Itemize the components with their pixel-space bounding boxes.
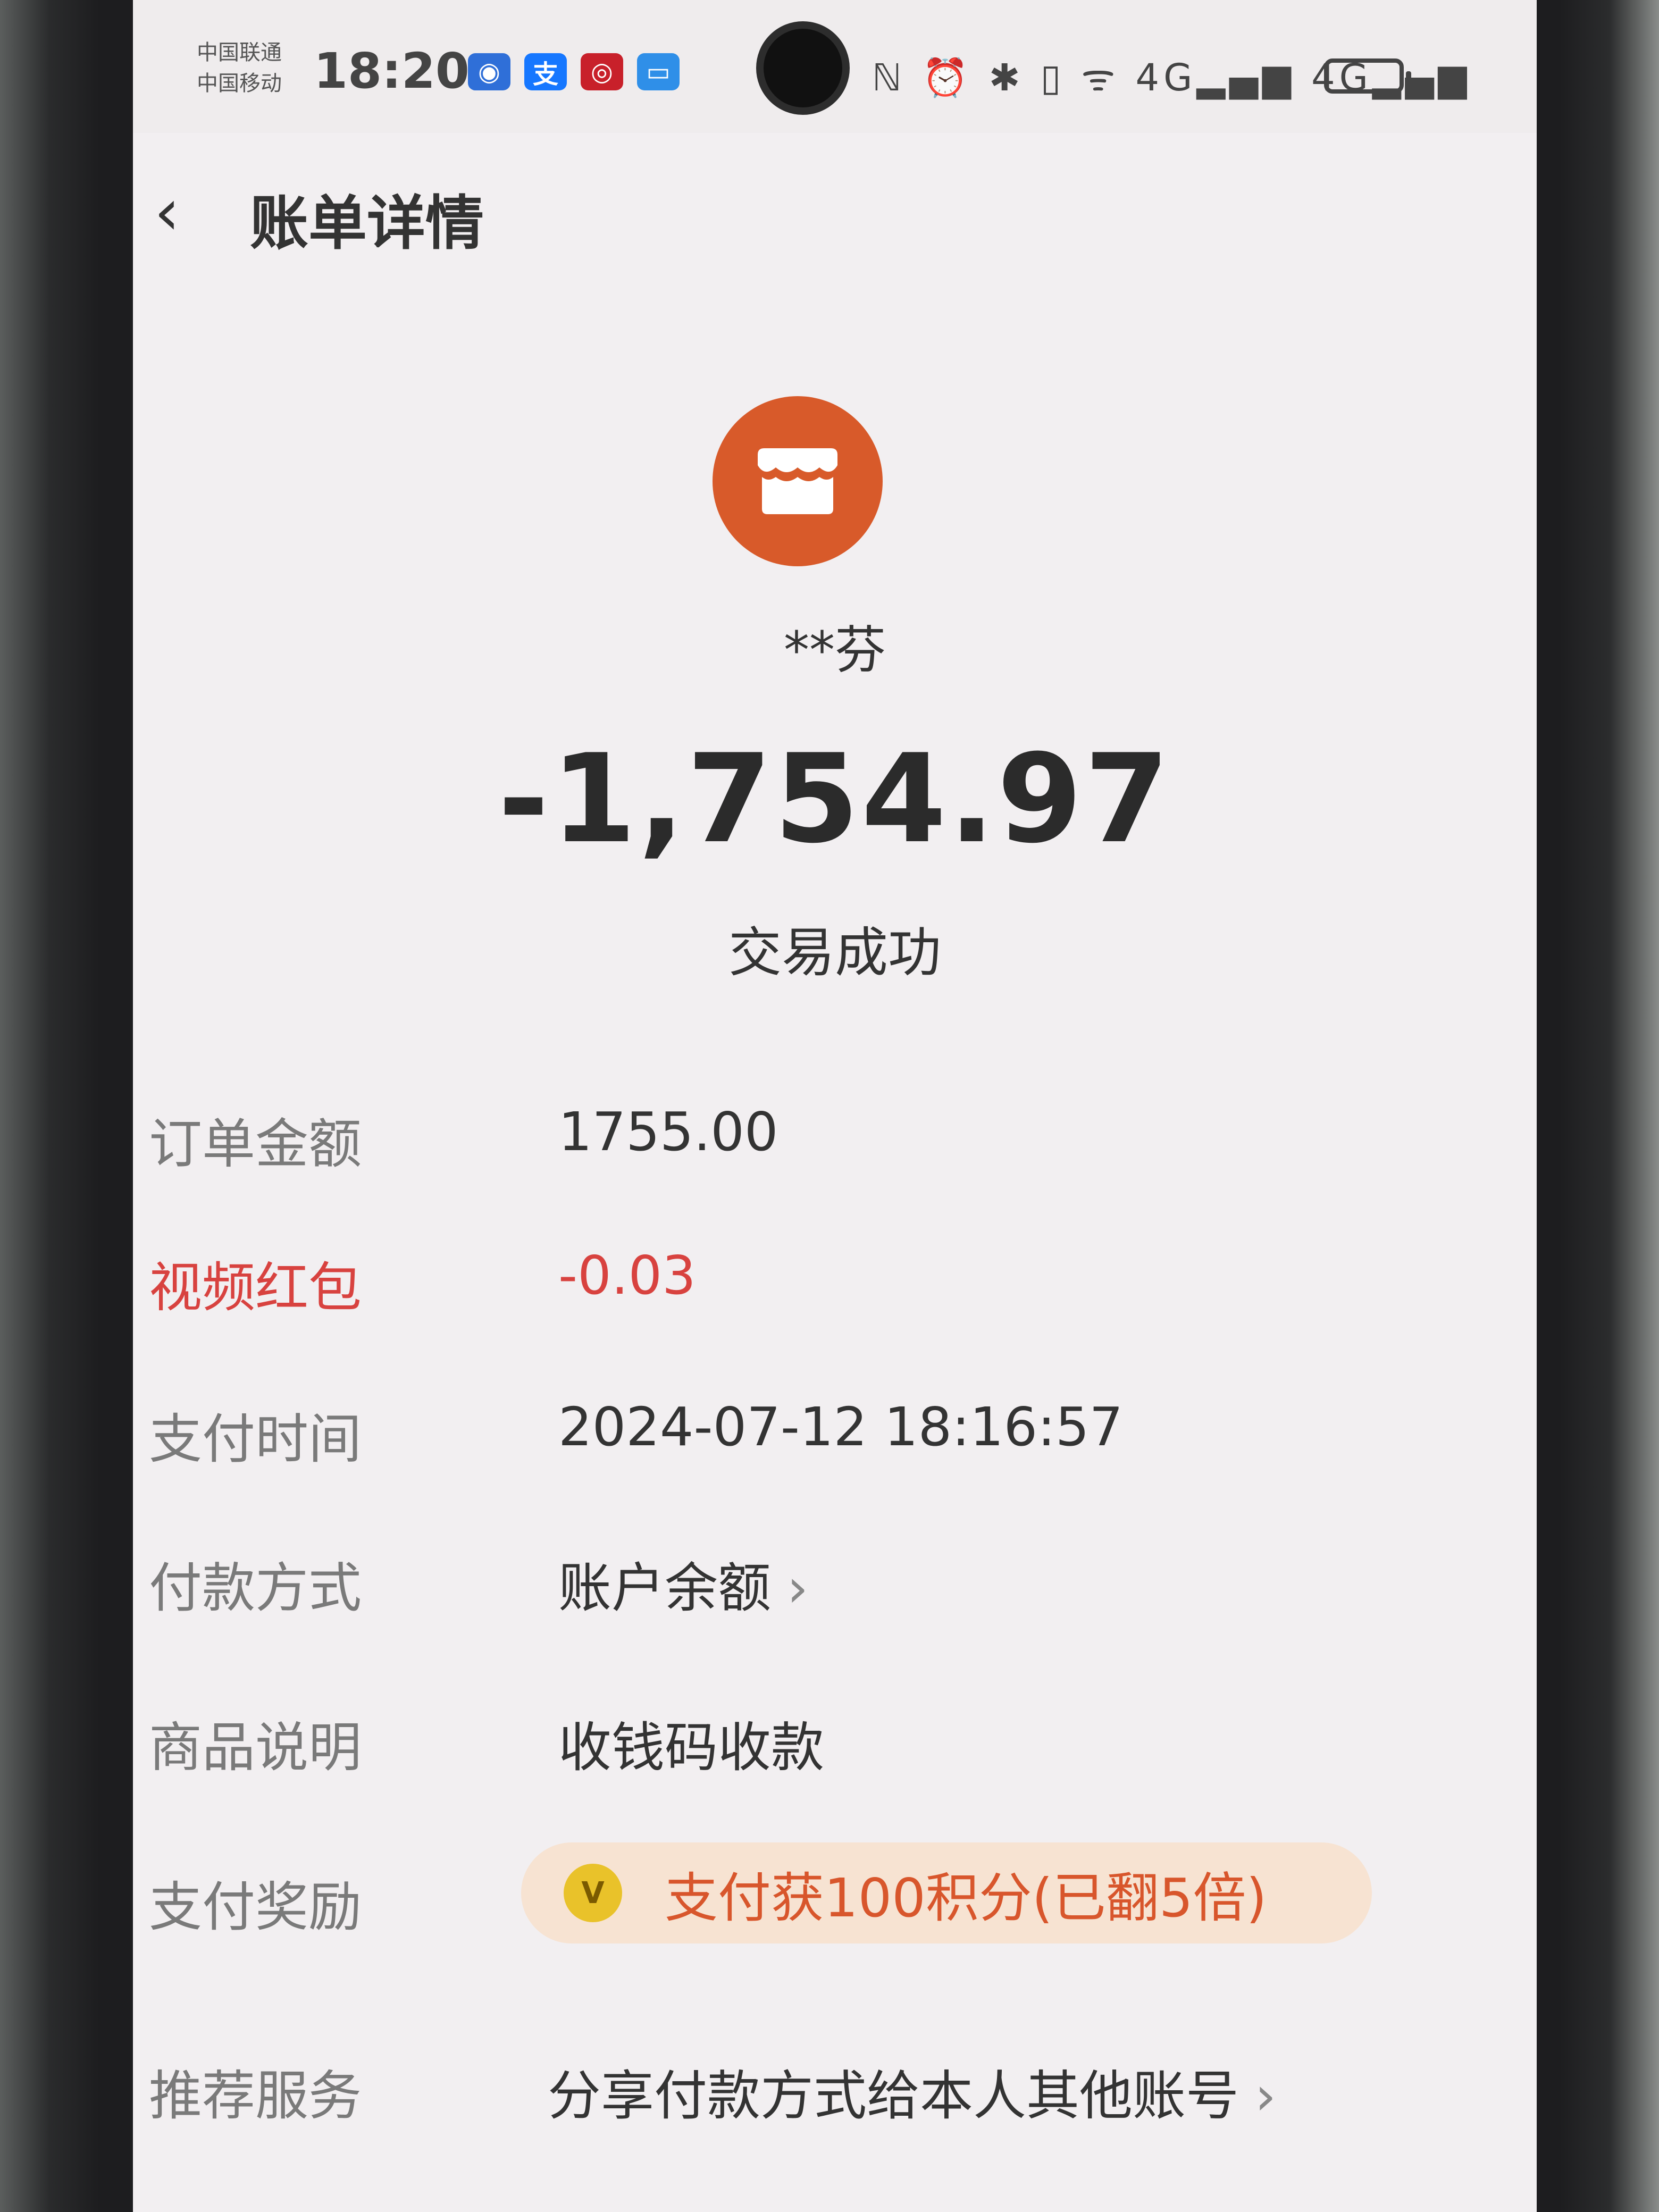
page-title: 账单详情 [250,189,484,257]
pay-method-label: 付款方式 [149,1557,362,1619]
reward-text: 支付获100积分(已翻5倍) [665,1866,1267,1929]
phone-screen: 中国联通 中国移动 18:20 ◉ 支 ◎ ▭ ℕ ⏰ ✱ ▯ ᯤ 4G▂▄▆ … [133,0,1537,2212]
back-arrow-icon[interactable]: ‹ [154,181,218,245]
chevron-right-icon: › [1255,2065,1276,2127]
transaction-amount: -1,754.97 [498,728,1172,870]
detail-row-pay-reward: 支付奖励 V 支付获100积分(已翻5倍) [133,1842,1537,1970]
pay-method-text: 账户余额 [558,1557,771,1619]
pay-time-label: 支付时间 [149,1408,362,1470]
carrier-2: 中国移动 [197,71,282,96]
detail-row-pay-time: 支付时间 2024-07-12 18:16:57 [133,1396,1537,1502]
product-desc-value: 收钱码收款 [558,1716,824,1779]
pay-reward-label: 支付奖励 [149,1876,362,1938]
status-bar: 中国联通 中国移动 18:20 ◉ 支 ◎ ▭ ℕ ⏰ ✱ ▯ ᯤ 4G▂▄▆ … [133,0,1537,133]
pay-method-value[interactable]: 账户余额 › [558,1545,808,1622]
coin-icon: V [564,1864,622,1922]
alipay-notification-icon: 支 [524,53,567,90]
reward-badge[interactable]: V 支付获100积分(已翻5倍) [521,1842,1372,1943]
merchant-name: **芬 [784,621,886,680]
recommend-text: 分享付款方式给本人其他账号 [548,2065,1239,2127]
video-redpacket-label: 视频红包 [149,1256,362,1319]
recommend-value[interactable]: 分享付款方式给本人其他账号 › [548,2052,1276,2130]
phone-frame: 中国联通 中国移动 18:20 ◉ 支 ◎ ▭ ℕ ⏰ ✱ ▯ ᯤ 4G▂▄▆ … [0,0,1659,2212]
chevron-right-icon: › [787,1557,808,1619]
detail-row-recommend[interactable]: 推荐服务 分享付款方式给本人其他账号 › [133,2052,1537,2159]
battery-icon [1324,58,1411,94]
product-desc-label: 商品说明 [149,1716,362,1779]
header-bar: ‹ 账单详情 [133,133,1537,292]
status-time: 18:20 [314,43,470,99]
detail-row-product-desc: 商品说明 收钱码收款 [133,1704,1537,1811]
order-amount-label: 订单金额 [149,1113,362,1175]
merchant-store-icon [713,396,883,566]
transaction-status: 交易成功 [728,921,941,984]
detail-row-pay-method[interactable]: 付款方式 账户余额 › [133,1545,1537,1651]
app-notification-icon: ◉ [468,53,510,90]
message-notification-icon: ▭ [637,53,680,90]
carrier-labels: 中国联通 中国移动 [197,37,282,99]
detail-row-video-redpacket: 视频红包 -0.03 [133,1244,1537,1351]
store-icon [758,448,837,514]
bank-notification-icon: ◎ [581,53,623,90]
notification-icons: ◉ 支 ◎ ▭ [468,53,680,90]
carrier-1: 中国联通 [197,40,282,65]
pay-time-value: 2024-07-12 18:16:57 [558,1396,1124,1458]
video-redpacket-value: -0.03 [558,1244,696,1306]
detail-row-order-amount: 订单金额 1755.00 [133,1101,1537,1207]
front-camera [756,21,850,115]
recommend-label: 推荐服务 [149,2065,362,2127]
order-amount-value: 1755.00 [558,1101,778,1163]
